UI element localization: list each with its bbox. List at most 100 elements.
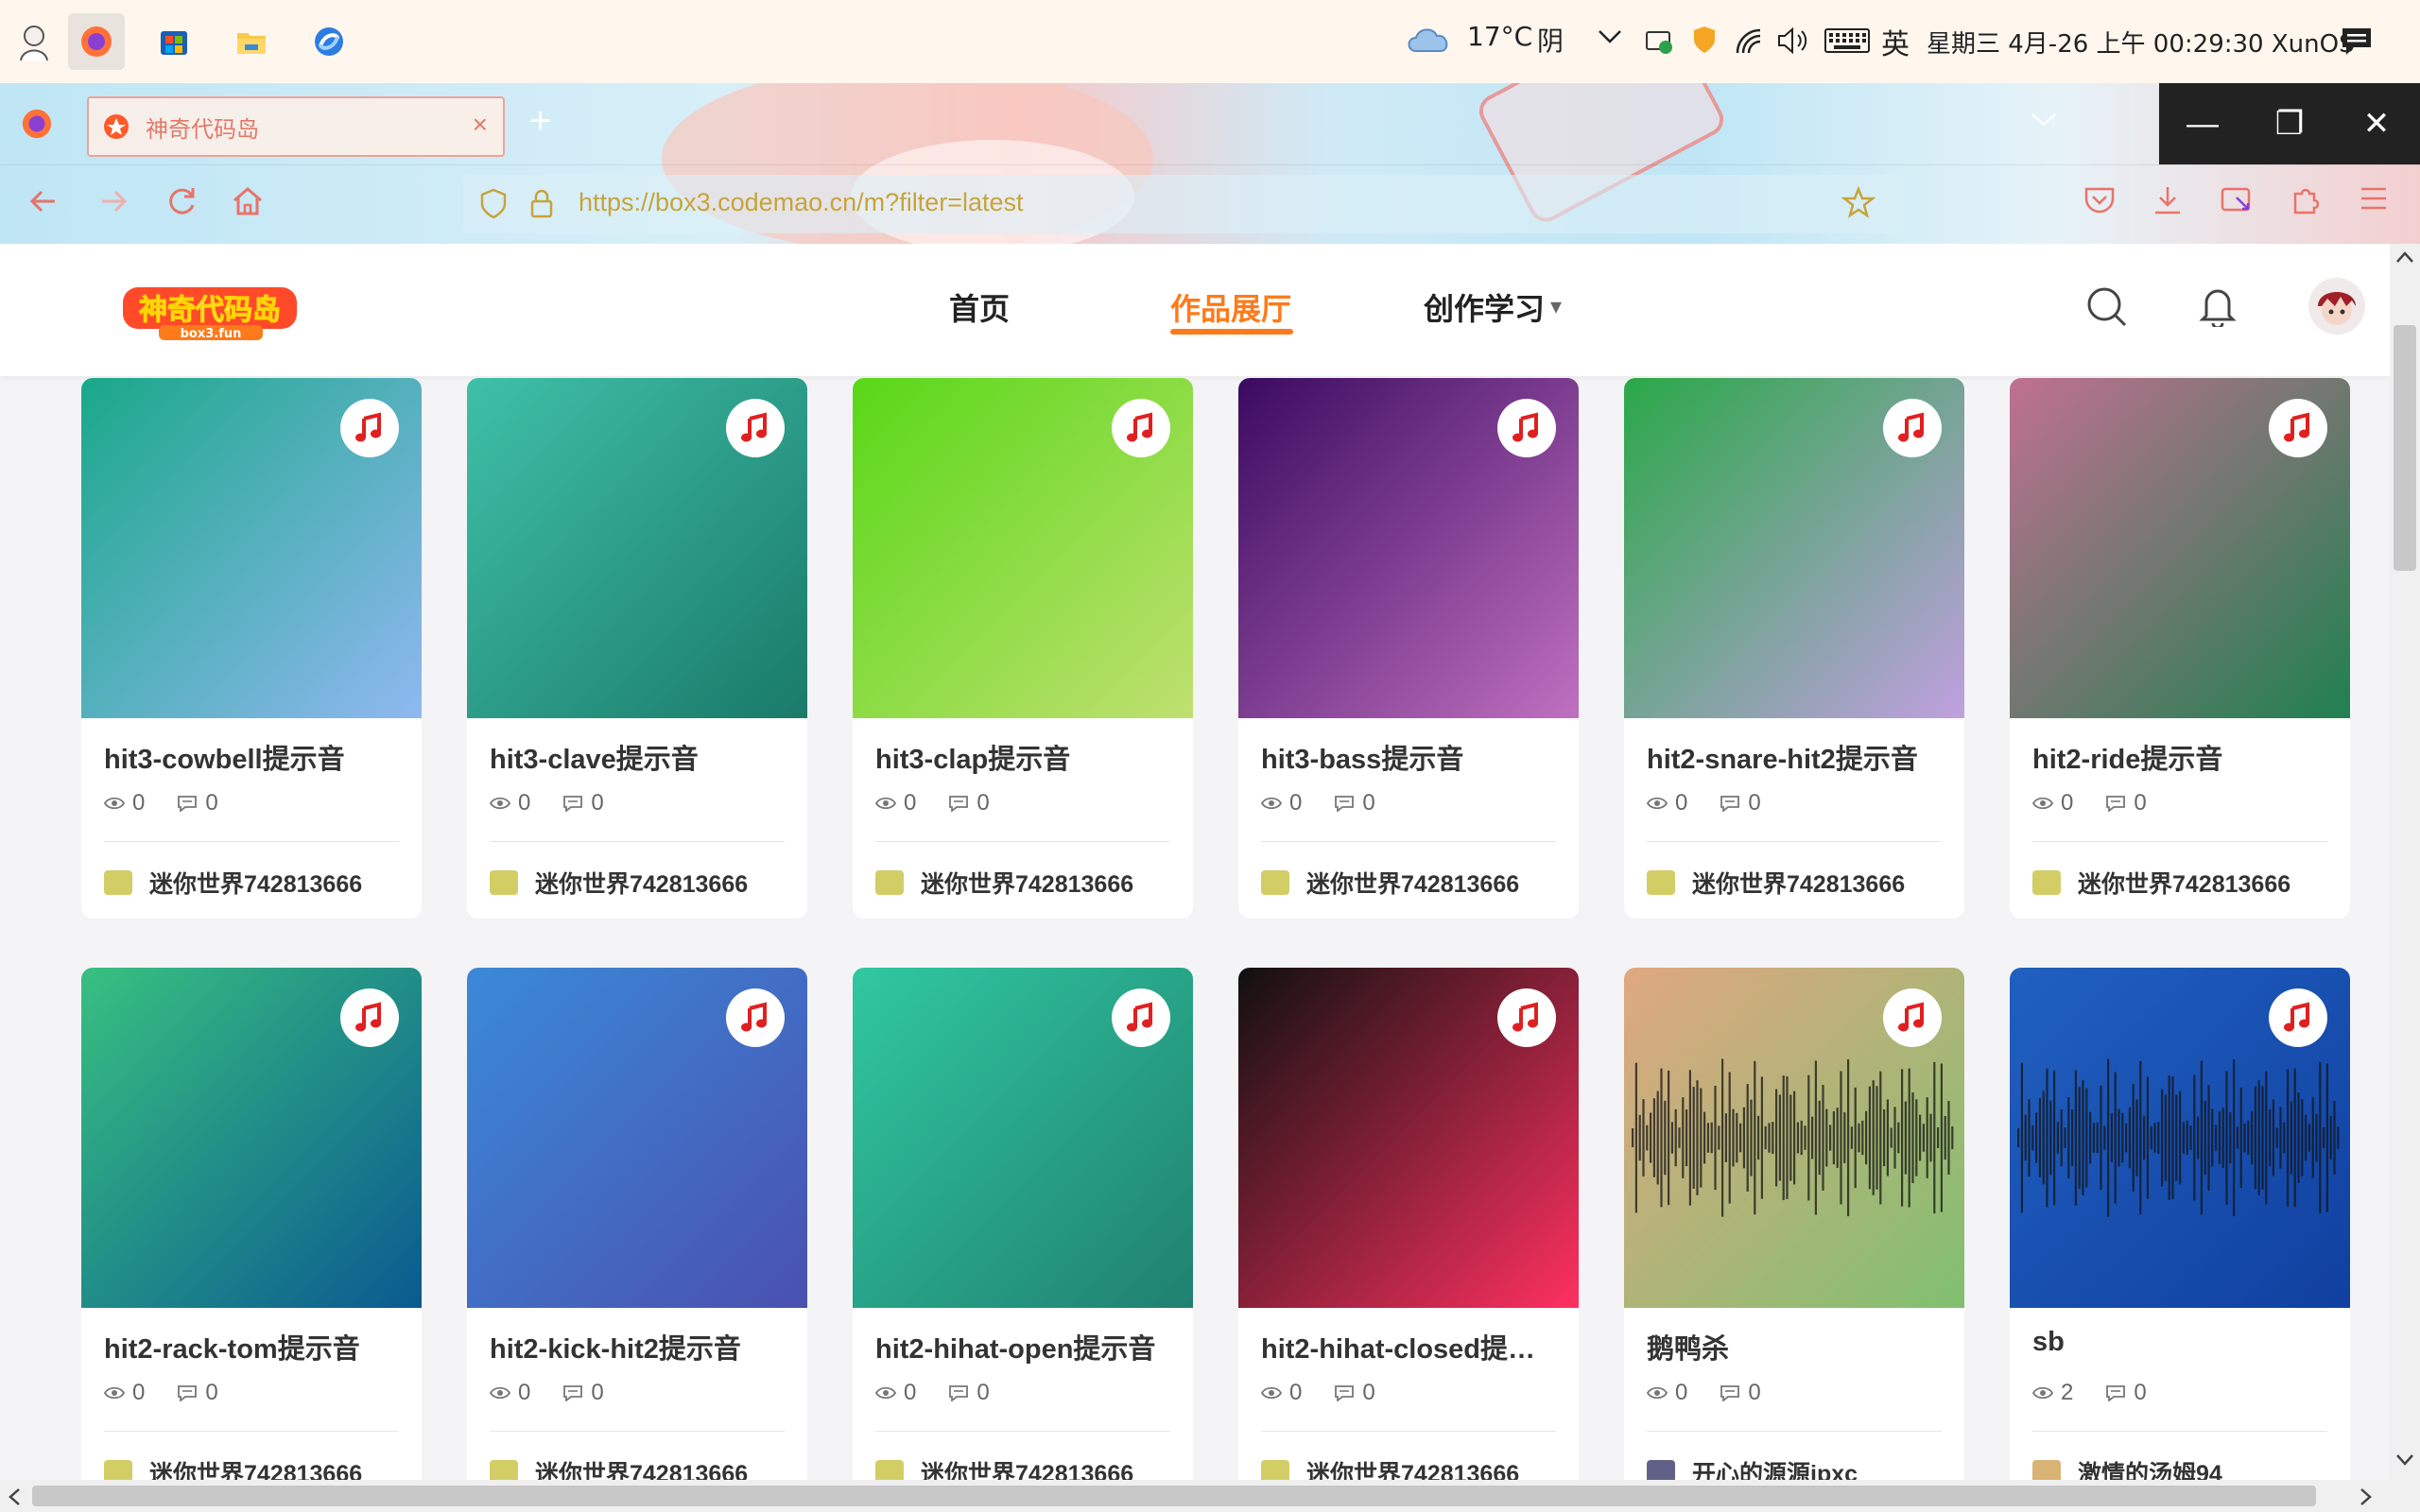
lock-icon[interactable]	[529, 188, 554, 223]
views-count: 0	[518, 790, 531, 816]
new-tab-button[interactable]: +	[529, 100, 551, 143]
url-bar[interactable]: https://box3.codemao.cn/m?filter=latest	[463, 175, 1900, 233]
work-author[interactable]: 迷你世界742813666	[490, 1455, 748, 1480]
store-taskbar-icon[interactable]	[146, 13, 202, 70]
music-note-icon	[726, 399, 785, 457]
nav-gallery[interactable]: 作品展厅	[1170, 285, 1291, 329]
work-card[interactable]: hit2-hihat-closed提… 0 0 迷你世界742813666	[1238, 968, 1579, 1480]
work-author[interactable]: 迷你世界742813666	[1261, 1455, 1519, 1480]
close-window-button[interactable]: ✕	[2333, 83, 2420, 164]
work-title[interactable]: hit3-cowbell提示音	[104, 737, 406, 777]
vertical-scrollbar[interactable]	[2390, 244, 2420, 1480]
hamburger-menu-icon[interactable]	[2358, 184, 2390, 221]
work-author[interactable]: 迷你世界742813666	[875, 866, 1133, 900]
work-author[interactable]: 迷你世界742813666	[490, 866, 748, 900]
list-all-tabs-chevron-icon[interactable]	[2031, 112, 2057, 133]
tab-close-icon[interactable]: ×	[473, 110, 488, 140]
user-avatar[interactable]	[2308, 278, 2365, 335]
work-title[interactable]: hit2-hihat-open提示音	[875, 1327, 1178, 1366]
work-card[interactable]: hit2-ride提示音 0 0 迷你世界742813666	[2010, 378, 2350, 919]
work-card[interactable]: hit2-hihat-open提示音 0 0 迷你世界742813666	[853, 968, 1193, 1480]
music-note-icon	[2269, 988, 2327, 1047]
tray-expand-chevron-icon[interactable]	[1598, 28, 1622, 50]
ime-indicator[interactable]: 英	[1881, 21, 1910, 62]
nav-learn[interactable]: 创作学习	[1424, 285, 1545, 329]
screenshot-icon[interactable]	[2220, 184, 2254, 225]
work-title[interactable]: hit2-rack-tom提示音	[104, 1327, 406, 1366]
clock-datetime[interactable]: 星期三 4月-26 上午 00:29:30 XunOS	[1927, 25, 2355, 60]
security-tray-icon[interactable]	[1645, 28, 1675, 60]
wifi-icon[interactable]	[1736, 28, 1764, 60]
site-logo[interactable]: 神奇代码岛 box3.fun	[121, 282, 301, 342]
work-card[interactable]: hit2-snare-hit2提示音 0 0 迷你世界742813666	[1624, 378, 1964, 919]
chevron-down-icon[interactable]: ▾	[1550, 293, 1562, 320]
scroll-up-arrow-icon[interactable]	[2395, 248, 2414, 269]
file-explorer-icon[interactable]	[223, 13, 280, 70]
system-taskbar: 17°C 阴 英 星期三 4月-26 上午 00:29:30 XunOS	[0, 0, 2420, 84]
work-title[interactable]: hit3-clave提示音	[490, 737, 792, 777]
work-title[interactable]: sb	[2032, 1327, 2335, 1358]
reload-icon[interactable]	[164, 184, 199, 227]
scroll-down-arrow-icon[interactable]	[2395, 1453, 2414, 1471]
work-card[interactable]: sb 2 0 激情的汤姆94	[2010, 968, 2350, 1480]
minimize-button[interactable]: —	[2159, 83, 2246, 164]
scroll-right-arrow-icon[interactable]	[2360, 1487, 2373, 1511]
work-title[interactable]: hit2-ride提示音	[2032, 737, 2335, 777]
shield-tray-icon[interactable]	[1692, 25, 1717, 60]
work-title[interactable]: hit3-clap提示音	[875, 737, 1178, 777]
active-tab[interactable]: 神奇代码岛 ×	[87, 96, 505, 157]
card-divider	[2032, 1431, 2327, 1432]
vertical-scroll-thumb[interactable]	[2394, 325, 2416, 571]
restore-button[interactable]: ❐	[2246, 83, 2333, 164]
work-author[interactable]: 迷你世界742813666	[2032, 866, 2290, 900]
volume-icon[interactable]	[1777, 26, 1809, 60]
browser-app-icon[interactable]	[301, 13, 357, 70]
search-icon[interactable]	[2085, 285, 2129, 334]
work-card[interactable]: hit3-bass提示音 0 0 迷你世界742813666	[1238, 378, 1579, 919]
work-author[interactable]: 迷你世界742813666	[104, 866, 362, 900]
work-author[interactable]: 激情的汤姆94	[2032, 1455, 2222, 1480]
notification-center-icon[interactable]	[2341, 26, 2373, 61]
work-author[interactable]: 迷你世界742813666	[1261, 866, 1519, 900]
pocket-icon[interactable]	[2083, 184, 2116, 225]
bookmark-star-icon[interactable]	[1841, 185, 1876, 225]
back-arrow-icon[interactable]	[26, 184, 60, 227]
work-title[interactable]: hit2-snare-hit2提示音	[1647, 737, 1949, 777]
views-count: 0	[132, 1380, 146, 1405]
downloads-icon[interactable]	[2152, 184, 2184, 225]
work-title[interactable]: hit2-hihat-closed提…	[1261, 1327, 1564, 1366]
work-title[interactable]: hit2-kick-hit2提示音	[490, 1327, 792, 1366]
views-eye-icon	[875, 1385, 896, 1400]
firefox-view-icon[interactable]	[21, 108, 53, 145]
author-avatar	[875, 1460, 904, 1480]
horizontal-scrollbar[interactable]	[0, 1480, 2420, 1512]
work-card[interactable]: hit2-kick-hit2提示音 0 0 迷你世界742813666	[467, 968, 807, 1480]
horizontal-scroll-thumb[interactable]	[32, 1486, 2316, 1506]
url-text[interactable]: https://box3.codemao.cn/m?filter=latest	[579, 188, 1024, 217]
work-card[interactable]: hit3-cowbell提示音 0 0 迷你世界742813666	[81, 378, 422, 919]
start-menu-avatar-icon[interactable]	[6, 13, 62, 70]
scroll-left-arrow-icon[interactable]	[8, 1487, 21, 1511]
work-author[interactable]: 开心的源源jpxc	[1647, 1455, 1858, 1480]
bell-icon[interactable]	[2199, 284, 2237, 332]
keyboard-icon[interactable]	[1824, 28, 1870, 58]
work-author[interactable]: 迷你世界742813666	[1647, 866, 1905, 900]
extensions-puzzle-icon[interactable]	[2290, 184, 2322, 225]
work-title[interactable]: 鹅鸭杀	[1647, 1327, 1949, 1366]
tab-title: 神奇代码岛	[146, 116, 259, 143]
work-card[interactable]: 鹅鸭杀 0 0 开心的源源jpxc	[1624, 968, 1964, 1480]
work-stats: 00	[104, 790, 251, 816]
home-icon[interactable]	[231, 184, 265, 227]
firefox-taskbar-icon[interactable]	[68, 13, 125, 70]
tracking-shield-icon[interactable]	[480, 188, 507, 225]
work-card[interactable]: hit3-clap提示音 0 0 迷你世界742813666	[853, 378, 1193, 919]
nav-home[interactable]: 首页	[949, 285, 1010, 329]
work-card[interactable]: hit2-rack-tom提示音 0 0 迷你世界742813666	[81, 968, 422, 1480]
work-card[interactable]: hit3-clave提示音 0 0 迷你世界742813666	[467, 378, 807, 919]
work-author[interactable]: 迷你世界742813666	[104, 1455, 362, 1480]
forward-arrow-icon[interactable]	[96, 184, 130, 227]
weather-cloud-icon[interactable]	[1405, 23, 1452, 60]
work-title[interactable]: hit3-bass提示音	[1261, 737, 1564, 777]
work-author[interactable]: 迷你世界742813666	[875, 1455, 1133, 1480]
author-name: 迷你世界742813666	[2078, 871, 2291, 898]
